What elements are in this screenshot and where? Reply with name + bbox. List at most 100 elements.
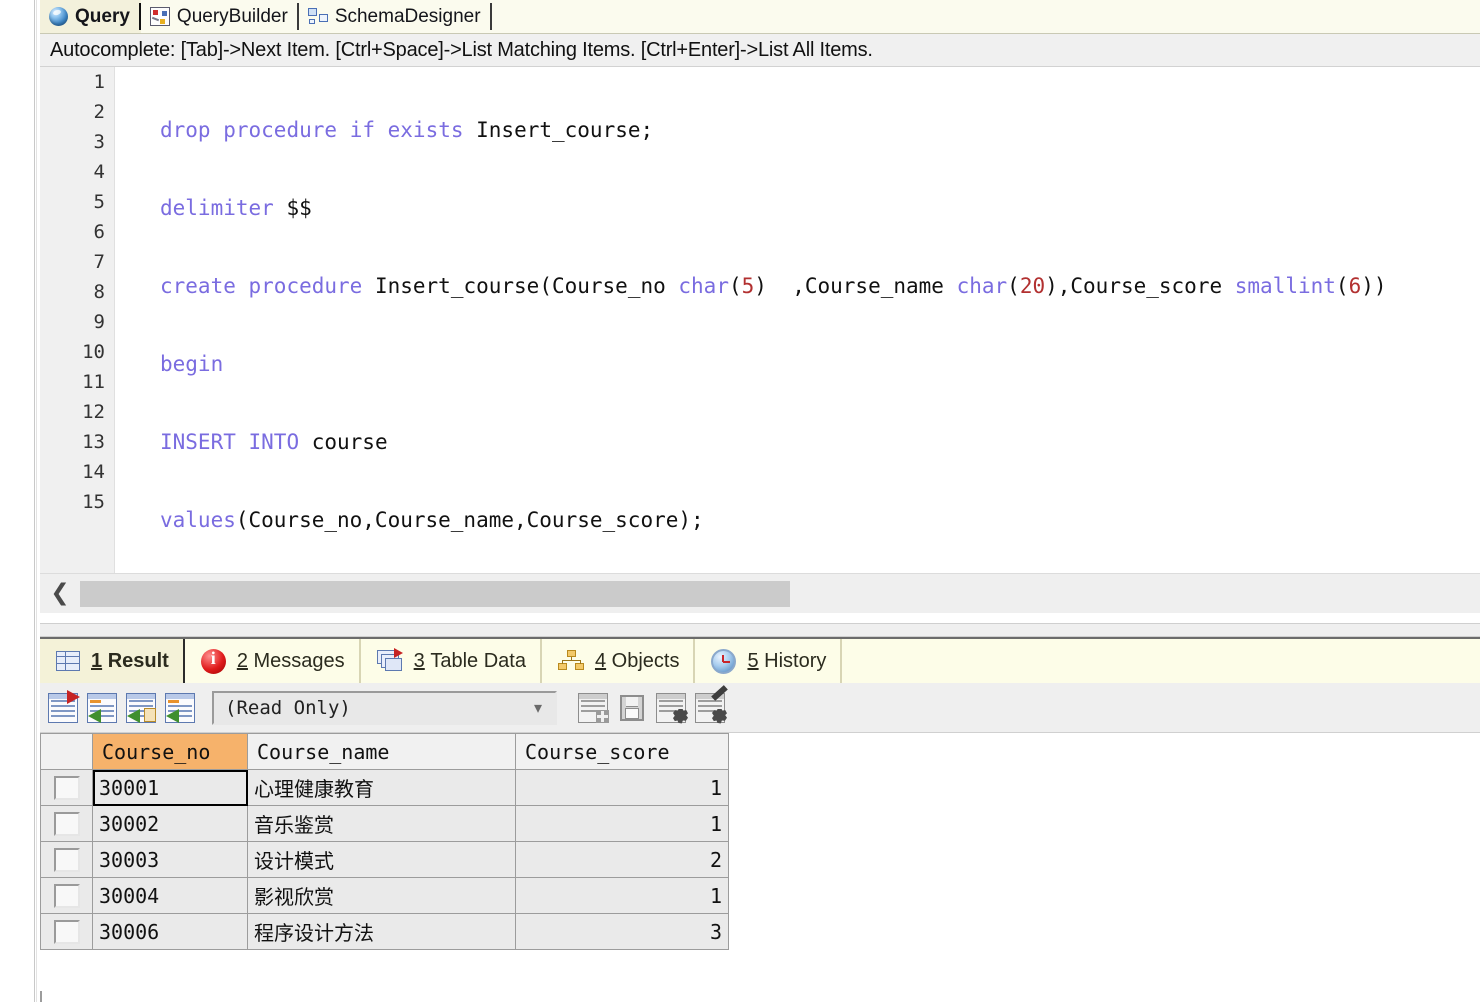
cell-course-score[interactable]: 1 bbox=[515, 877, 729, 914]
table-row[interactable]: 30006 程序设计方法 3 bbox=[40, 913, 729, 950]
row-checkbox[interactable] bbox=[53, 919, 80, 944]
editor-tabstrip: Query QueryBuilder SchemaDesigner bbox=[40, 0, 1480, 34]
sql-editor[interactable]: 1 2 3 4 5 6 7 8 9 10 11 12 13 14 15 drop… bbox=[40, 67, 1480, 573]
window-left-margin bbox=[0, 0, 40, 1002]
result-tab-objects-label: 4 Objects bbox=[594, 649, 680, 672]
result-tab-objects[interactable]: 4 Objects bbox=[542, 639, 696, 683]
cell-course-name[interactable]: 影视欣赏 bbox=[247, 877, 516, 914]
table-row[interactable]: 30002 音乐鉴赏 1 bbox=[40, 805, 729, 842]
cell-course-name[interactable]: 心理健康教育 bbox=[247, 769, 516, 806]
main-panel: Query QueryBuilder SchemaDesigner Autoco… bbox=[40, 0, 1480, 1002]
code-line-6: values(Course_no,Course_name,Course_scor… bbox=[160, 508, 704, 532]
table-header-row: Course_no Course_name Course_score bbox=[40, 733, 729, 770]
cell-course-no[interactable]: 30006 bbox=[92, 913, 248, 950]
cell-course-name[interactable]: 程序设计方法 bbox=[247, 913, 516, 950]
save-record-button[interactable] bbox=[617, 693, 647, 723]
green-arrow-icon bbox=[127, 708, 140, 723]
line-number: 7 bbox=[93, 251, 105, 273]
row-selector[interactable] bbox=[40, 805, 93, 842]
column-header-course-name[interactable]: Course_name bbox=[247, 733, 516, 770]
column-header-course-score[interactable]: Course_score bbox=[515, 733, 729, 770]
cell-course-no[interactable]: 30002 bbox=[92, 805, 248, 842]
import-rows-button[interactable] bbox=[165, 692, 195, 723]
tab-divider bbox=[489, 3, 492, 30]
line-number: 8 bbox=[93, 281, 105, 303]
autocomplete-hint-bar: Autocomplete: [Tab]->Next Item. [Ctrl+Sp… bbox=[40, 34, 1480, 67]
row-checkbox[interactable] bbox=[53, 811, 80, 836]
export-grid-button[interactable] bbox=[87, 692, 117, 723]
line-number: 12 bbox=[82, 401, 105, 423]
row-selector[interactable] bbox=[40, 769, 93, 806]
row-selector[interactable] bbox=[40, 913, 93, 950]
code-line-5: INSERT INTO course bbox=[160, 430, 388, 454]
table-row[interactable]: 30003 设计模式 2 bbox=[40, 841, 729, 878]
scrollbar-track[interactable] bbox=[790, 580, 1480, 607]
code-line-1: drop procedure if exists Insert_course; bbox=[160, 118, 654, 142]
row-checkbox[interactable] bbox=[53, 883, 80, 908]
cell-course-no[interactable]: 30004 bbox=[92, 877, 248, 914]
line-number: 1 bbox=[93, 71, 105, 93]
add-record-button[interactable] bbox=[578, 692, 609, 723]
plus-icon bbox=[596, 709, 609, 723]
row-checkbox[interactable] bbox=[53, 775, 80, 800]
cell-course-no[interactable]: 30003 bbox=[92, 841, 248, 878]
table-row[interactable]: 30001 心理健康教育 1 bbox=[40, 769, 729, 806]
chevron-down-icon[interactable]: ▾ bbox=[521, 693, 555, 723]
chevron-left-icon[interactable]: ❮ bbox=[40, 574, 80, 614]
result-tab-tabledata-label: 3 Table Data bbox=[413, 649, 526, 672]
cell-course-name[interactable]: 音乐鉴赏 bbox=[247, 805, 516, 842]
result-tab-messages-label: 2 Messages bbox=[236, 649, 345, 672]
row-checkbox[interactable] bbox=[53, 847, 80, 872]
cell-course-score[interactable]: 3 bbox=[515, 913, 729, 950]
green-arrow-icon bbox=[166, 708, 179, 723]
tab-querybuilder-label: QueryBuilder bbox=[176, 6, 288, 27]
select-all-corner[interactable] bbox=[40, 733, 93, 770]
result-tab-tabledata[interactable]: 3 Table Data bbox=[361, 639, 542, 683]
cell-course-score[interactable]: 1 bbox=[515, 769, 729, 806]
code-line-4: begin bbox=[160, 352, 224, 376]
line-number: 13 bbox=[82, 431, 105, 453]
row-selector[interactable] bbox=[40, 841, 93, 878]
schema-designer-icon bbox=[307, 7, 328, 26]
query-builder-icon bbox=[149, 7, 170, 26]
tab-divider bbox=[840, 639, 843, 683]
tab-querybuilder[interactable]: QueryBuilder bbox=[141, 0, 299, 33]
result-tab-history[interactable]: 5 History bbox=[695, 639, 843, 683]
grid-mode-select[interactable]: (Read Only) ▾ bbox=[212, 690, 557, 725]
table-data-icon bbox=[376, 648, 403, 672]
table-row[interactable]: 30004 影视欣赏 1 bbox=[40, 877, 729, 914]
copy-rows-button[interactable] bbox=[126, 692, 156, 723]
results-data-grid[interactable]: Course_no Course_name Course_score 30001… bbox=[40, 733, 729, 950]
refresh-grid-button[interactable] bbox=[48, 689, 80, 723]
result-tab-result[interactable]: 1 Result bbox=[40, 639, 185, 683]
edit-record-button[interactable] bbox=[695, 684, 728, 724]
cell-course-score[interactable]: 1 bbox=[515, 805, 729, 842]
line-number: 9 bbox=[93, 311, 105, 333]
editor-code-area[interactable]: drop procedure if exists Insert_course; … bbox=[118, 67, 1480, 573]
page-icon bbox=[144, 707, 156, 722]
line-number: 11 bbox=[82, 371, 105, 393]
line-number: 6 bbox=[93, 221, 105, 243]
floppy-disk-icon bbox=[620, 694, 644, 721]
row-selector[interactable] bbox=[40, 877, 93, 914]
delete-record-button[interactable] bbox=[656, 692, 688, 724]
editor-horizontal-scrollbar[interactable]: ❮ bbox=[40, 573, 1480, 613]
column-header-course-no[interactable]: Course_no bbox=[92, 733, 248, 770]
cell-course-name[interactable]: 设计模式 bbox=[247, 841, 516, 878]
globe-icon bbox=[49, 7, 68, 26]
sql-client-window: Query QueryBuilder SchemaDesigner Autoco… bbox=[0, 0, 1480, 1002]
red-arrow-icon bbox=[67, 689, 80, 704]
result-tab-messages[interactable]: 2 Messages bbox=[185, 639, 361, 683]
cell-course-score[interactable]: 2 bbox=[515, 841, 729, 878]
panel-splitter[interactable] bbox=[40, 623, 1480, 637]
tab-query[interactable]: Query bbox=[40, 0, 141, 33]
line-number: 5 bbox=[93, 191, 105, 213]
results-grid-wrapper: Course_no Course_name Course_score 30001… bbox=[40, 733, 1480, 1002]
cell-course-no[interactable]: 30001 bbox=[92, 769, 248, 806]
tab-query-label: Query bbox=[75, 6, 130, 27]
scrollbar-thumb[interactable] bbox=[80, 580, 790, 607]
line-number: 2 bbox=[93, 101, 105, 123]
line-number: 15 bbox=[82, 491, 105, 513]
line-number: 14 bbox=[82, 461, 105, 483]
tab-schemadesigner[interactable]: SchemaDesigner bbox=[299, 0, 492, 33]
